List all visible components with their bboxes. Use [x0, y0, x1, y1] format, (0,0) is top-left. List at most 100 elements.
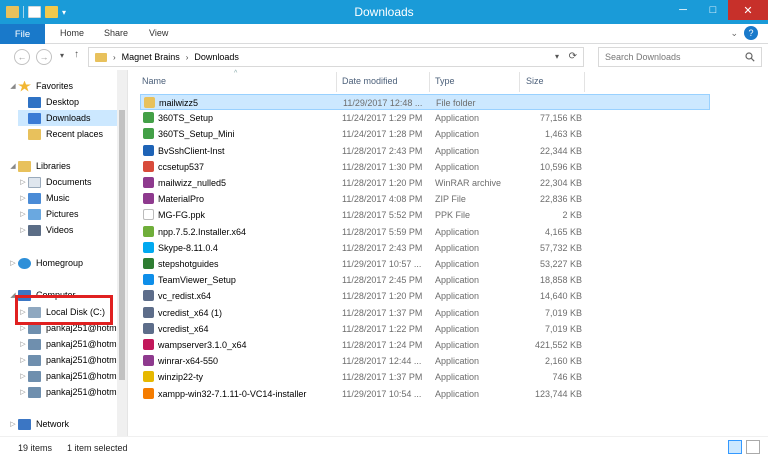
music-icon [28, 192, 41, 204]
up-button[interactable]: ↑ [74, 49, 79, 60]
back-button[interactable]: ← [14, 49, 30, 65]
address-dropdown-icon[interactable]: ▾ [555, 52, 559, 61]
nav-homegroup[interactable]: ▷ Homegroup [8, 255, 83, 271]
nav-libraries[interactable]: ◢ Libraries [8, 158, 71, 174]
file-name: MaterialPro [158, 194, 205, 205]
collapsed-arrow-icon[interactable]: ▷ [8, 420, 18, 428]
file-row[interactable]: mailwizz_nulled5 11/28/2017 1:20 PM WinRAR… [140, 175, 710, 191]
collapsed-arrow-icon[interactable]: ▷ [18, 372, 28, 380]
breadcrumb-magnet-brains[interactable]: Magnet Brains [122, 52, 180, 62]
file-row[interactable]: BvSshClient-Inst 11/28/2017 2:43 PM Applic… [140, 143, 710, 159]
nav-documents[interactable]: ▷ Documents [18, 174, 92, 190]
column-header-size[interactable]: Size [526, 73, 544, 89]
nav-favorites[interactable]: ◢ Favorites [8, 78, 73, 94]
nav-network-drive[interactable]: ▷ pankaj251@hotm [18, 352, 117, 368]
expanded-arrow-icon[interactable]: ◢ [8, 82, 18, 90]
column-header-type[interactable]: Type [435, 73, 455, 89]
file-row[interactable]: Skype-8.11.0.4 11/28/2017 2:43 PM Applicat… [140, 240, 710, 256]
file-row[interactable]: 360TS_Setup 11/24/2017 1:29 PM Application… [140, 110, 710, 126]
file-row[interactable]: vcredist_x64 11/28/2017 1:22 PM Applicatio… [140, 321, 710, 337]
nav-downloads[interactable]: Downloads [18, 110, 118, 126]
column-divider[interactable] [519, 72, 520, 92]
expand-ribbon-icon[interactable]: ⌄ [730, 28, 738, 39]
collapsed-arrow-icon[interactable]: ▷ [18, 340, 28, 348]
file-row[interactable]: winrar-x64-550 11/28/2017 12:44 ... Applic… [140, 353, 710, 369]
column-divider[interactable] [584, 72, 585, 92]
file-date: 11/28/2017 4:08 PM [342, 194, 423, 205]
file-size: 1,463 KB [544, 129, 582, 140]
recent-locations-button[interactable]: ▾ [60, 51, 64, 60]
collapsed-arrow-icon[interactable]: ▷ [18, 324, 28, 332]
file-name: BvSshClient-Inst [158, 145, 225, 156]
file-row[interactable]: vcredist_x64 (1) 11/28/2017 1:37 PM Applic… [140, 305, 710, 321]
tab-view[interactable]: View [149, 28, 168, 38]
nav-label: Desktop [46, 97, 80, 107]
search-input[interactable]: Search Downloads [598, 47, 762, 67]
folder-icon [144, 97, 155, 108]
file-row[interactable]: MG-FG.ppk 11/28/2017 5:52 PM PPK File 2 KB [140, 207, 710, 223]
tab-file[interactable]: File [0, 24, 45, 44]
maximize-button[interactable]: □ [698, 0, 728, 20]
chevron-right-icon[interactable]: › [186, 53, 189, 62]
collapsed-arrow-icon[interactable]: ▷ [18, 356, 28, 364]
navigation-scrollbar[interactable] [117, 70, 127, 436]
collapsed-arrow-icon[interactable]: ▷ [8, 259, 18, 267]
collapsed-arrow-icon[interactable]: ▷ [18, 388, 28, 396]
nav-pictures[interactable]: ▷ Pictures [18, 206, 79, 222]
breadcrumb-downloads[interactable]: Downloads [194, 52, 239, 62]
file-size: 2 KB [562, 210, 582, 221]
file-row[interactable]: vc_redist.x64 11/28/2017 1:20 PM Applicati… [140, 288, 710, 304]
help-icon[interactable]: ? [744, 26, 758, 40]
file-type: ZIP File [435, 194, 466, 205]
file-row[interactable]: MaterialPro 11/28/2017 4:08 PM ZIP File 22,… [140, 191, 710, 207]
app-wamp-icon [143, 339, 154, 350]
address-bar[interactable]: › Magnet Brains › Downloads ▾ ⟳ [88, 47, 584, 67]
file-row[interactable]: npp.7.5.2.Installer.x64 11/28/2017 5:59 P… [140, 224, 710, 240]
file-row[interactable]: winzip22-ty 11/28/2017 1:37 PM Application… [140, 369, 710, 385]
file-row[interactable]: mailwizz5 11/29/2017 12:48 ... File folder [140, 94, 710, 110]
scrollbar-thumb[interactable] [119, 110, 125, 380]
nav-network-drive[interactable]: ▷ pankaj251@hotm [18, 384, 117, 400]
details-view-button[interactable] [728, 440, 742, 454]
file-row[interactable]: 360TS_Setup_Mini 11/24/2017 1:28 PM Applic… [140, 126, 710, 142]
expanded-arrow-icon[interactable]: ◢ [8, 162, 18, 170]
nav-network-drive[interactable]: ▷ pankaj251@hotm [18, 368, 117, 384]
file-row[interactable]: TeamViewer_Setup 11/28/2017 2:45 PM Applic… [140, 272, 710, 288]
file-size: 22,304 KB [539, 178, 582, 188]
nav-music[interactable]: ▷ Music [18, 190, 70, 206]
collapsed-arrow-icon[interactable]: ▷ [18, 226, 28, 234]
chevron-right-icon[interactable]: › [113, 53, 116, 62]
column-divider[interactable] [429, 72, 430, 92]
tab-home[interactable]: Home [60, 28, 84, 38]
file-row[interactable]: wampserver3.1.0_x64 11/28/2017 1:24 PM App… [140, 337, 710, 353]
app-installer-icon [143, 290, 154, 302]
minimize-button[interactable]: ─ [668, 0, 698, 20]
collapsed-arrow-icon[interactable]: ▷ [18, 210, 28, 218]
network-drive-icon [28, 338, 41, 350]
nav-recent-places[interactable]: Recent places [28, 126, 103, 142]
file-row[interactable]: xampp-win32-7.1.11-0-VC14-installer 11/29… [140, 386, 710, 402]
nav-desktop[interactable]: Desktop [28, 94, 79, 110]
nav-label: Documents [46, 177, 92, 187]
nav-videos[interactable]: ▷ Videos [18, 222, 73, 238]
nav-label: Libraries [36, 161, 71, 171]
app-ccleaner-icon [143, 160, 154, 172]
collapsed-arrow-icon[interactable]: ▷ [18, 178, 28, 186]
file-row[interactable]: stepshotguides 11/29/2017 10:57 ... Applic… [140, 256, 710, 272]
nav-network[interactable]: ▷ Network [8, 416, 69, 432]
collapsed-arrow-icon[interactable]: ▷ [18, 194, 28, 202]
tab-share[interactable]: Share [104, 28, 128, 38]
large-icons-view-button[interactable] [746, 440, 760, 454]
file-type: Application [435, 242, 480, 253]
column-header-name[interactable]: Name [142, 73, 166, 89]
search-icon[interactable] [745, 52, 755, 62]
refresh-icon[interactable]: ⟳ [569, 51, 577, 62]
nav-label: Homegroup [36, 258, 84, 268]
forward-button[interactable]: → [36, 49, 52, 65]
column-divider[interactable] [336, 72, 337, 92]
file-type: Application [435, 129, 480, 140]
column-header-date[interactable]: Date modified [342, 73, 398, 89]
nav-network-drive[interactable]: ▷ pankaj251@hotm [18, 336, 117, 352]
close-button[interactable]: ✕ [728, 0, 768, 20]
file-row[interactable]: ccsetup537 11/28/2017 1:30 PM Application 1… [140, 159, 710, 175]
